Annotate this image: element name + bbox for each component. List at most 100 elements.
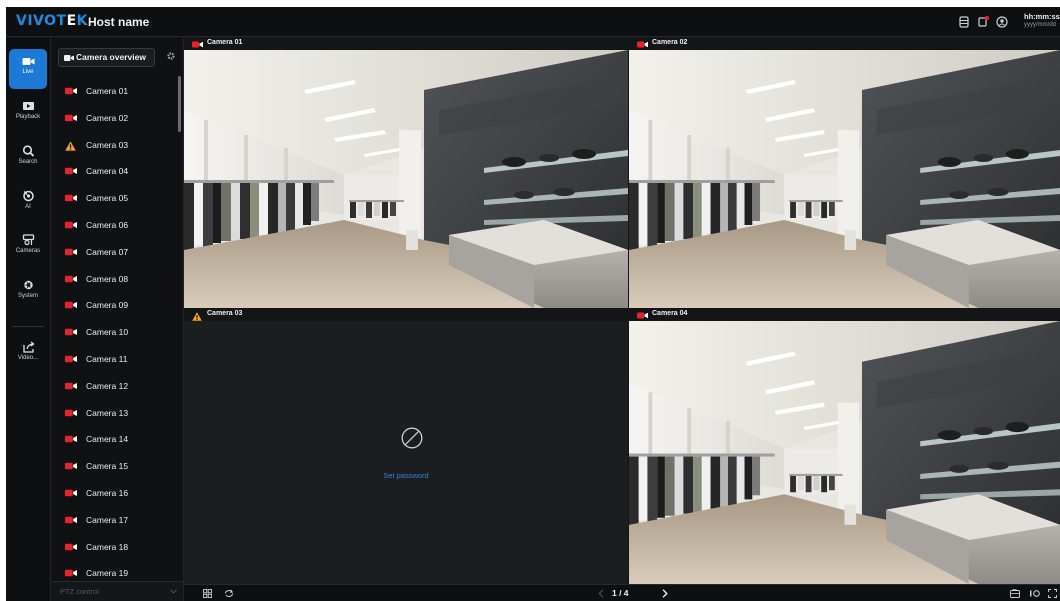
- camera-list-item[interactable]: Camera 14: [52, 427, 178, 454]
- export-icon: [22, 341, 35, 353]
- camera-icon: [65, 489, 77, 497]
- camera-icon: [65, 302, 77, 309]
- tile-header: Camera 01: [184, 38, 628, 50]
- camera-name: Camera 15: [86, 461, 129, 472]
- camera-icon: [65, 355, 77, 363]
- camera-name: Camera 18: [86, 541, 129, 552]
- gear-icon: [23, 280, 33, 290]
- camera-list-item[interactable]: Camera 06: [52, 213, 178, 240]
- layout-grid-icon[interactable]: [203, 589, 212, 598]
- camera-list-item[interactable]: Camera 02: [52, 106, 178, 133]
- camera-icon: [65, 328, 77, 336]
- camera-icon: [65, 570, 77, 577]
- camera-list-item[interactable]: Camera 03: [52, 133, 178, 160]
- camera-list-scrollbar[interactable]: [178, 76, 181, 132]
- tile-header: Camera 02: [629, 38, 1060, 50]
- fullscreen-icon[interactable]: [1048, 589, 1057, 598]
- clock: hh:mm:ss yyyy/mm/dd: [1024, 12, 1060, 28]
- camera-name: Camera 03: [86, 139, 129, 150]
- nav-cameras[interactable]: Cameras: [9, 227, 47, 267]
- camera-list-item[interactable]: Camera 08: [52, 267, 178, 294]
- camera-list-item[interactable]: Camera 11: [52, 347, 178, 374]
- camera-list-item[interactable]: Camera 07: [52, 240, 178, 267]
- camera-overview-icon: [64, 55, 74, 61]
- camera-icon: [65, 248, 77, 256]
- previous-page-icon[interactable]: [598, 589, 604, 598]
- nav-search[interactable]: Search: [9, 138, 47, 178]
- snapshot-icon[interactable]: [1010, 589, 1020, 598]
- camera-name: Camera 01: [86, 86, 129, 96]
- tile-header: Camera 03: [184, 309, 628, 321]
- nav-live[interactable]: Live: [9, 49, 47, 89]
- playback-icon: [22, 102, 34, 110]
- camera-name: Camera 09: [86, 300, 129, 311]
- camera-icon: [65, 221, 77, 229]
- camera-name: Camera 17: [86, 514, 129, 525]
- refresh-icon[interactable]: [224, 589, 234, 598]
- camera-icon: [637, 312, 648, 319]
- set-password-link[interactable]: Set password: [184, 471, 628, 480]
- camera-list-item[interactable]: Camera 10: [52, 320, 178, 347]
- camera-icon: [65, 543, 77, 550]
- no-video-area: Set password: [184, 321, 628, 584]
- camera-panel: Camera overview Camera 01 Camera 02 Camera…: [52, 38, 184, 601]
- nav-playback[interactable]: Playback: [9, 94, 47, 134]
- video-tile-camera-01[interactable]: Camera 01: [184, 38, 628, 308]
- camera-name: Camera 07: [86, 246, 129, 257]
- camera-list-item[interactable]: Camera 18: [52, 535, 178, 562]
- ptz-control[interactable]: PTZ control: [52, 581, 183, 601]
- next-page-icon[interactable]: [662, 589, 668, 598]
- camera-name: Camera 13: [86, 407, 129, 418]
- camera-name: Camera 12: [86, 380, 129, 391]
- camera-icon: [65, 168, 77, 175]
- top-bar: VIVOTEK Host name hh:mm:ss yyyy/mm/dd: [6, 7, 1060, 37]
- warning-icon: [192, 312, 202, 321]
- camera-list-item[interactable]: Camera 09: [52, 293, 178, 320]
- camera-list-item[interactable]: Camera 04: [52, 159, 178, 186]
- camera-name: Camera 06: [86, 219, 129, 230]
- video-tile-camera-03[interactable]: Camera 03 Set password: [184, 309, 628, 584]
- search-icon: [22, 145, 34, 157]
- camera-name: Camera 02: [86, 112, 129, 123]
- camera-icon: [65, 516, 77, 524]
- nav-system[interactable]: System: [9, 272, 47, 312]
- clock-time: hh:mm:ss: [1024, 12, 1060, 21]
- camera-list-item[interactable]: Camera 13: [52, 401, 178, 428]
- user-icon[interactable]: [995, 15, 1009, 29]
- camera-list-item[interactable]: Camera 01: [52, 79, 178, 106]
- chevron-down-icon: [170, 589, 177, 594]
- nav-divider: [12, 326, 44, 327]
- video-tile-camera-04[interactable]: Camera 04: [629, 309, 1060, 584]
- camera-name: Camera 04: [86, 166, 129, 177]
- storage-icon[interactable]: [957, 15, 971, 29]
- camera-overview-button[interactable]: Camera overview: [58, 48, 155, 67]
- camera-list-item[interactable]: Camera 17: [52, 508, 178, 535]
- blocked-icon: [401, 427, 423, 449]
- alert-icon[interactable]: [976, 15, 990, 29]
- camera-list-item[interactable]: Camera 05: [52, 186, 178, 213]
- video-tile-camera-02[interactable]: Camera 02: [629, 38, 1060, 308]
- page-indicator: 1 / 4: [612, 588, 629, 598]
- camera-name: Camera 19: [86, 568, 129, 579]
- io-icon[interactable]: [1029, 589, 1041, 598]
- camera-icon: [65, 462, 77, 470]
- cameras-icon: [22, 234, 34, 246]
- camera-icon: [65, 87, 77, 95]
- nav-ai[interactable]: AI: [9, 183, 47, 223]
- ai-icon: [22, 190, 34, 202]
- camera-icon: [65, 114, 77, 122]
- camera-icon: [65, 275, 77, 282]
- camera-name: Camera 14: [86, 434, 129, 445]
- camera-list-item[interactable]: Camera 12: [52, 374, 178, 401]
- camera-icon: [65, 382, 77, 390]
- camera-name: Camera 16: [86, 487, 129, 498]
- camera-feed: [184, 50, 628, 308]
- tile-header: Camera 04: [629, 309, 1060, 321]
- camera-list-item[interactable]: Camera 15: [52, 454, 178, 481]
- camera-list-item[interactable]: Camera 16: [52, 481, 178, 508]
- settings-gear-icon[interactable]: [166, 51, 176, 61]
- camera-icon: [192, 41, 203, 48]
- camera-name: Camera 08: [86, 273, 129, 284]
- nav-video-export[interactable]: Video...: [9, 334, 47, 374]
- camera-icon: [637, 41, 648, 48]
